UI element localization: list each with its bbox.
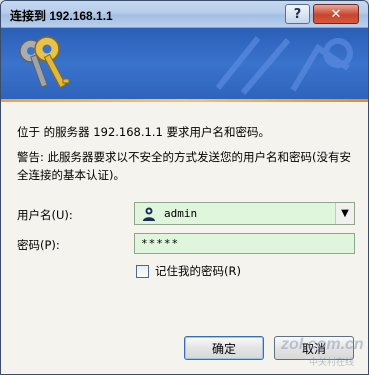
remember-password-label: 记住我的密码(R) [155, 264, 241, 278]
security-warning: 警告: 此服务器要求以不安全的方式发送您的用户名和密码(没有安全连接的基本认证)… [17, 150, 352, 182]
server-message: 位于 的服务器 192.168.1.1 要求用户名和密码。 [17, 125, 270, 139]
user-account-icon [140, 205, 158, 223]
keys-icon [19, 36, 70, 89]
cancel-button[interactable]: 取消 [274, 336, 354, 360]
close-button[interactable]: ✕ [313, 4, 359, 24]
username-combobox[interactable]: admin ▼ [134, 202, 355, 225]
dialog-title: 连接到 192.168.1.1 [10, 9, 113, 23]
ok-button[interactable]: 确定 [184, 336, 264, 360]
title-bar[interactable]: 连接到 192.168.1.1 ? ✕ [1, 1, 368, 28]
chevron-down-icon[interactable]: ▼ [335, 203, 354, 224]
remember-password-option[interactable]: 记住我的密码(R) [136, 263, 241, 279]
password-field[interactable]: ***** [134, 233, 355, 254]
banner-key-watermark-icon [215, 36, 353, 95]
help-button[interactable]: ? [285, 4, 310, 24]
username-label: 用户名(U): [17, 208, 73, 222]
remember-password-checkbox[interactable] [136, 264, 149, 278]
username-value[interactable]: admin [164, 207, 197, 220]
password-label: 密码(P): [17, 238, 60, 252]
login-dialog: 连接到 192.168.1.1 ? ✕ 位于 的服务器 192.168.1.1 … [0, 0, 369, 375]
